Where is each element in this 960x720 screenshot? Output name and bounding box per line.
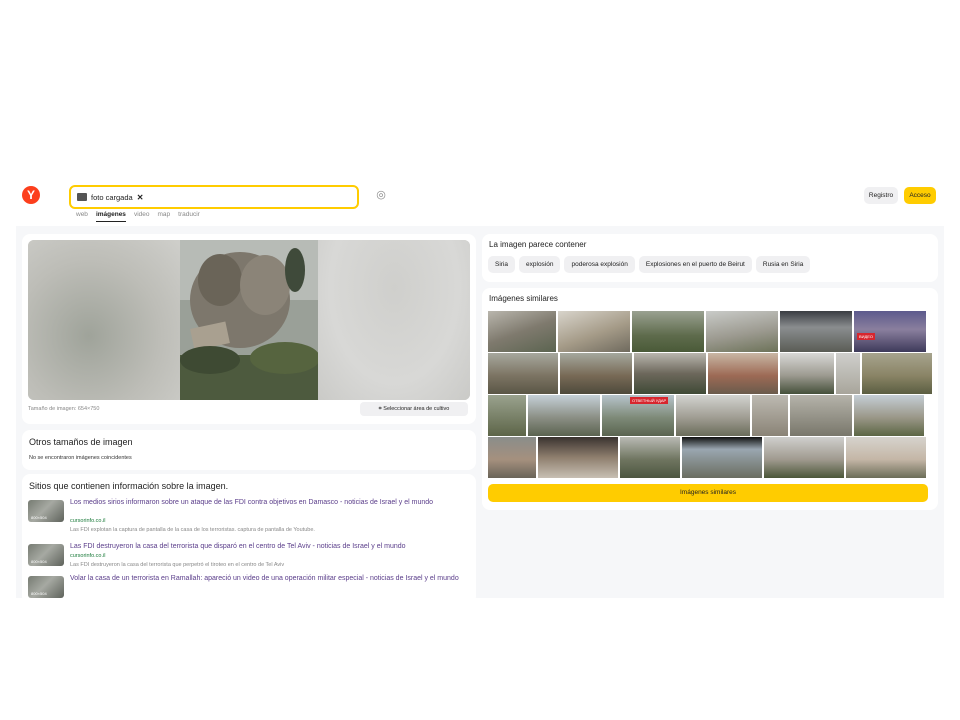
site-title-link[interactable]: Las FDI destruyeron la casa del terroris… bbox=[70, 542, 470, 551]
image-size-text: Tamaño de imagen: 654×750 bbox=[28, 406, 100, 412]
tag-chip[interactable]: Explosiones en el puerto de Beirut bbox=[638, 256, 752, 273]
similar-image[interactable] bbox=[620, 437, 680, 478]
similar-row: ОТВЕТНЫЙ УДАР bbox=[488, 395, 924, 436]
site-item[interactable]: 800×504 Las FDI destruyeron la casa del … bbox=[28, 542, 468, 574]
header: Y foto cargada ✕ ◎ web imágenes video ma… bbox=[16, 178, 944, 226]
similar-image[interactable] bbox=[708, 353, 778, 394]
video-badge: ВИДЕО bbox=[857, 333, 876, 340]
similar-image[interactable] bbox=[488, 353, 558, 394]
uploaded-photo-chip[interactable]: foto cargada ✕ bbox=[77, 190, 143, 204]
tag-chip[interactable]: poderosa explosión bbox=[564, 256, 635, 273]
thumb-size-label: 800×504 bbox=[31, 559, 47, 564]
crop-label: Seleccionar área de cultivo bbox=[383, 406, 450, 412]
photo-thumb-icon bbox=[77, 193, 87, 201]
tags-card: La imagen parece contener Siria explosió… bbox=[482, 234, 938, 282]
similar-image[interactable] bbox=[780, 311, 852, 352]
retaliation-badge: ОТВЕТНЫЙ УДАР bbox=[630, 397, 669, 404]
thumb-size-label: 800×504 bbox=[31, 591, 47, 596]
similar-image[interactable] bbox=[488, 311, 556, 352]
tag-chip[interactable]: Siria bbox=[488, 256, 516, 273]
similar-image[interactable] bbox=[862, 353, 932, 394]
similar-image[interactable] bbox=[488, 437, 536, 478]
similar-image[interactable]: ОТВЕТНЫЙ УДАР bbox=[602, 395, 674, 436]
site-item[interactable]: 800×504 Volar la casa de un terrorista e… bbox=[28, 574, 468, 598]
search-box[interactable]: foto cargada ✕ bbox=[69, 185, 359, 209]
site-thumbnail[interactable]: 800×504 bbox=[28, 544, 64, 566]
similar-images-card: Imágenes similares ВИДЕО ОТВЕТНЫЙ УДАР I… bbox=[482, 288, 938, 510]
similar-row bbox=[488, 437, 926, 478]
site-title-link[interactable]: Volar la casa de un terrorista en Ramall… bbox=[70, 574, 470, 583]
blurred-left-fill bbox=[28, 240, 180, 400]
similar-row: ВИДЕО bbox=[488, 311, 926, 352]
blurred-right-fill bbox=[318, 240, 470, 400]
camera-search-icon[interactable]: ◎ bbox=[374, 188, 388, 202]
site-domain[interactable]: cursorinfo.co.il bbox=[70, 518, 105, 524]
other-sizes-card: Otros tamaños de imagen No se encontraro… bbox=[22, 430, 476, 470]
site-domain[interactable]: cursorinfo.co.il bbox=[70, 553, 105, 559]
site-item[interactable]: 800×504 Los medios sirios informaron sob… bbox=[28, 498, 468, 534]
tag-chip[interactable]: explosión bbox=[519, 256, 561, 273]
similar-image[interactable] bbox=[846, 437, 926, 478]
register-button[interactable]: Registro bbox=[864, 187, 898, 204]
similar-title: Imágenes similares bbox=[489, 294, 558, 303]
similar-image[interactable] bbox=[764, 437, 844, 478]
sites-title: Sitios que contienen información sobre l… bbox=[29, 481, 229, 491]
similar-image[interactable] bbox=[790, 395, 852, 436]
similar-image[interactable] bbox=[854, 395, 924, 436]
similar-image[interactable] bbox=[560, 353, 632, 394]
similar-image[interactable] bbox=[682, 437, 762, 478]
similar-image[interactable] bbox=[632, 311, 704, 352]
other-sizes-title: Otros tamaños de imagen bbox=[29, 437, 133, 447]
search-tabs: web imágenes video map traducir bbox=[76, 211, 200, 222]
image-preview-card: Tamaño de imagen: 654×750 ⌗ Seleccionar … bbox=[22, 234, 476, 424]
similar-image[interactable] bbox=[676, 395, 750, 436]
tab-map[interactable]: map bbox=[157, 211, 170, 222]
other-sizes-subtitle: No se encontraron imágenes coincidentes bbox=[29, 455, 132, 461]
tab-web[interactable]: web bbox=[76, 211, 88, 222]
similar-image[interactable] bbox=[780, 353, 834, 394]
similar-image[interactable] bbox=[634, 353, 706, 394]
tab-translate[interactable]: traducir bbox=[178, 211, 200, 222]
similar-image[interactable] bbox=[752, 395, 788, 436]
app-window: Y foto cargada ✕ ◎ web imágenes video ma… bbox=[16, 178, 944, 598]
site-title-link[interactable]: Los medios sirios informaron sobre un at… bbox=[70, 498, 470, 507]
tags-title: La imagen parece contener bbox=[489, 240, 587, 249]
similar-images-button[interactable]: Imágenes similares bbox=[488, 484, 928, 502]
select-crop-area-button[interactable]: ⌗ Seleccionar área de cultivo bbox=[360, 402, 468, 416]
site-thumbnail[interactable]: 800×504 bbox=[28, 500, 64, 522]
tab-images[interactable]: imágenes bbox=[95, 211, 126, 222]
uploaded-image[interactable] bbox=[28, 240, 470, 400]
explosion-photo bbox=[180, 240, 318, 400]
similar-image[interactable] bbox=[528, 395, 600, 436]
tag-list: Siria explosión poderosa explosión Explo… bbox=[488, 256, 811, 273]
tag-chip[interactable]: Rusia en Siria bbox=[755, 256, 811, 273]
similar-image[interactable] bbox=[706, 311, 778, 352]
similar-row bbox=[488, 353, 932, 394]
similar-image[interactable] bbox=[836, 353, 860, 394]
similar-image[interactable] bbox=[538, 437, 618, 478]
remove-chip-icon[interactable]: ✕ bbox=[137, 193, 144, 202]
login-button[interactable]: Acceso bbox=[904, 187, 936, 204]
tab-video[interactable]: video bbox=[134, 211, 150, 222]
yandex-logo[interactable]: Y bbox=[22, 186, 40, 204]
similar-image[interactable] bbox=[558, 311, 630, 352]
similar-image[interactable] bbox=[488, 395, 526, 436]
thumb-size-label: 800×504 bbox=[31, 515, 47, 520]
site-description: Las FDI explotan la captura de pantalla … bbox=[70, 527, 315, 533]
sites-card: Sitios que contienen información sobre l… bbox=[22, 474, 476, 598]
site-thumbnail[interactable]: 800×504 bbox=[28, 576, 64, 598]
chip-label: foto cargada bbox=[91, 192, 133, 202]
similar-image[interactable]: ВИДЕО bbox=[854, 311, 926, 352]
site-description: Las FDI destruyeron la casa del terroris… bbox=[70, 562, 285, 568]
